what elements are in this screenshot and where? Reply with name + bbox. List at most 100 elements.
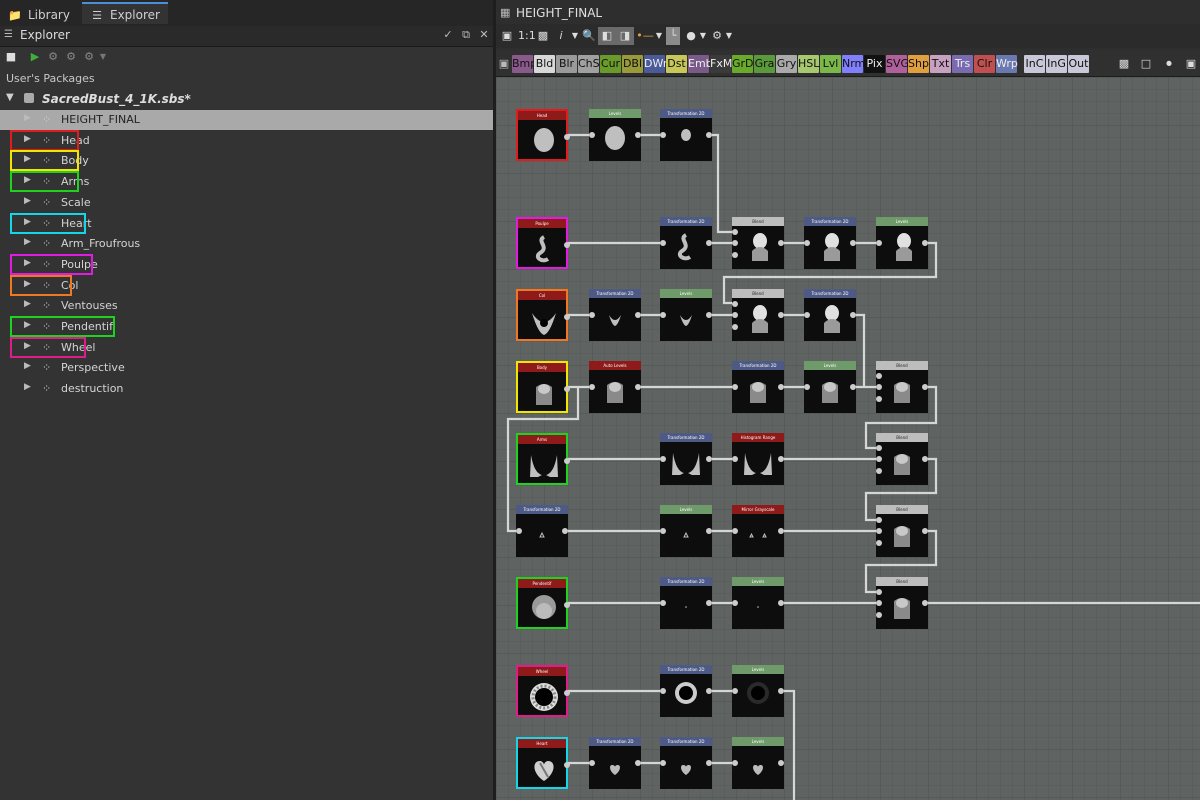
- graph-node[interactable]: Transformation 2D: [660, 217, 712, 269]
- package-row[interactable]: ▼ SacredBust_4_1K.sbs*: [0, 90, 493, 110]
- graph-node[interactable]: Transformation 2D: [804, 217, 856, 269]
- graph-node[interactable]: Head: [516, 109, 570, 161]
- input-port[interactable]: [732, 240, 738, 246]
- graph-node[interactable]: Auto Levels: [589, 361, 641, 413]
- frame-node-icon[interactable]: □: [1138, 55, 1154, 73]
- atomic-node-button[interactable]: DBl: [622, 55, 643, 73]
- chevron-down-icon[interactable]: ▼: [570, 27, 580, 45]
- input-port[interactable]: [876, 396, 882, 402]
- input-port[interactable]: [589, 384, 595, 390]
- graph-node[interactable]: Transformation 2D: [660, 433, 712, 485]
- snap-icon[interactable]: └: [666, 27, 680, 45]
- connection-style-icon[interactable]: •—•: [636, 27, 654, 60]
- graph-tree-item[interactable]: ▶ ⁘ Poulpe: [0, 253, 493, 275]
- graph-node[interactable]: Transformation 2D: [660, 737, 712, 789]
- tab-library[interactable]: 📁 Library: [8, 4, 78, 26]
- input-port[interactable]: [876, 540, 882, 546]
- pin-node-icon[interactable]: ⏺: [1162, 55, 1176, 73]
- input-port[interactable]: [732, 312, 738, 318]
- input-port[interactable]: [732, 384, 738, 390]
- atomic-node-button[interactable]: Txt: [930, 55, 951, 73]
- graph-tree-item[interactable]: ▶ ⁘ Head: [0, 129, 493, 151]
- output-port[interactable]: [922, 456, 928, 462]
- expand-arrow-icon[interactable]: ▶: [24, 361, 31, 371]
- graph-node[interactable]: Levels: [732, 737, 784, 789]
- atomic-node-button[interactable]: Shp: [908, 55, 929, 73]
- input-port[interactable]: [876, 373, 882, 379]
- input-port[interactable]: [732, 229, 738, 235]
- graph-node[interactable]: Transformation 2D: [732, 361, 784, 413]
- close-icon[interactable]: ✕: [477, 28, 491, 42]
- atomic-node-button[interactable]: Bld: [534, 55, 555, 73]
- output-port[interactable]: [706, 688, 712, 694]
- graph-tree-item[interactable]: ▶ ⁘ Pendentif: [0, 316, 493, 337]
- output-port[interactable]: [850, 240, 856, 246]
- graph-node[interactable]: Transformation 2D: [589, 737, 641, 789]
- input-port[interactable]: [876, 589, 882, 595]
- input-port[interactable]: [732, 688, 738, 694]
- input-port[interactable]: [804, 384, 810, 390]
- graph-tree-item[interactable]: ▶ ⁘ Scale: [0, 193, 493, 213]
- atomic-node-button[interactable]: GrD: [732, 55, 754, 73]
- pin-icon[interactable]: ✓: [441, 28, 455, 42]
- output-port[interactable]: [922, 384, 928, 390]
- expand-arrow-icon[interactable]: ▶: [24, 196, 31, 206]
- output-port[interactable]: [778, 600, 784, 606]
- graph-node[interactable]: Arms: [516, 433, 570, 485]
- output-port[interactable]: [635, 384, 641, 390]
- output-port[interactable]: [564, 762, 570, 768]
- chevron-down-icon[interactable]: ▼: [96, 50, 110, 64]
- input-port[interactable]: [804, 240, 810, 246]
- graph-node[interactable]: Blend: [732, 289, 784, 341]
- output-port[interactable]: [778, 528, 784, 534]
- output-port[interactable]: [635, 312, 641, 318]
- graph-tree-item[interactable]: ▶ ⁘ Heart: [0, 212, 493, 234]
- input-port[interactable]: [660, 456, 666, 462]
- graph-node[interactable]: Transformation 2D: [660, 109, 712, 161]
- output-port[interactable]: [706, 600, 712, 606]
- input-port[interactable]: [876, 240, 882, 246]
- input-port[interactable]: [660, 760, 666, 766]
- output-port[interactable]: [778, 384, 784, 390]
- input-port[interactable]: [660, 132, 666, 138]
- align-left-icon[interactable]: ◧: [598, 27, 616, 45]
- graph-tree-item[interactable]: ▶ ⁘ Wheel: [0, 336, 493, 358]
- graph-node[interactable]: Heart: [516, 737, 570, 789]
- graph-tree-item[interactable]: ▶ ⁘ Ventouses: [0, 296, 493, 316]
- graph-node[interactable]: Body: [516, 361, 570, 413]
- graph-node[interactable]: Transformation 2D: [660, 665, 712, 717]
- atomic-node-button[interactable]: Gry: [776, 55, 797, 73]
- graph-node[interactable]: Transformation 2D: [516, 505, 568, 557]
- graph-tree-item[interactable]: ▶ ⁘ Body: [0, 150, 493, 172]
- input-port[interactable]: [876, 456, 882, 462]
- graph-node[interactable]: Blend: [732, 217, 784, 269]
- graph-tree-item[interactable]: ▶ ⁘ HEIGHT_FINAL: [0, 110, 493, 130]
- input-port[interactable]: [660, 312, 666, 318]
- output-port[interactable]: [778, 240, 784, 246]
- atomic-node-button[interactable]: Bmp: [512, 55, 537, 73]
- output-port[interactable]: [778, 688, 784, 694]
- input-port[interactable]: [589, 132, 595, 138]
- graph-tree-item[interactable]: ▶ ⁘ Perspective: [0, 358, 493, 378]
- output-port[interactable]: [635, 760, 641, 766]
- graph-tree-item[interactable]: ▶ ⁘ Arm_Froufrous: [0, 234, 493, 254]
- graph-tree-item[interactable]: ▶ ⁘ Col: [0, 274, 493, 296]
- input-port[interactable]: [876, 600, 882, 606]
- input-port[interactable]: [589, 760, 595, 766]
- output-port[interactable]: [564, 242, 570, 248]
- expand-arrow-icon[interactable]: ▶: [24, 299, 31, 309]
- input-port[interactable]: [804, 312, 810, 318]
- output-port[interactable]: [706, 132, 712, 138]
- graph-tree-item[interactable]: ▶ ⁘ Arms: [0, 171, 493, 193]
- screenshot-icon[interactable]: ▩: [536, 27, 550, 45]
- atomic-node-button[interactable]: Dst: [666, 55, 687, 73]
- graph-node[interactable]: Blend: [876, 361, 928, 413]
- atomic-node-button[interactable]: Blr: [556, 55, 577, 73]
- input-port[interactable]: [876, 384, 882, 390]
- atomic-node-button[interactable]: Lvl: [820, 55, 841, 73]
- input-port[interactable]: [732, 760, 738, 766]
- expand-arrow-icon[interactable]: ▶: [24, 113, 31, 123]
- export-icon[interactable]: ⚙: [82, 50, 96, 64]
- output-port[interactable]: [706, 456, 712, 462]
- output-port[interactable]: [564, 134, 570, 140]
